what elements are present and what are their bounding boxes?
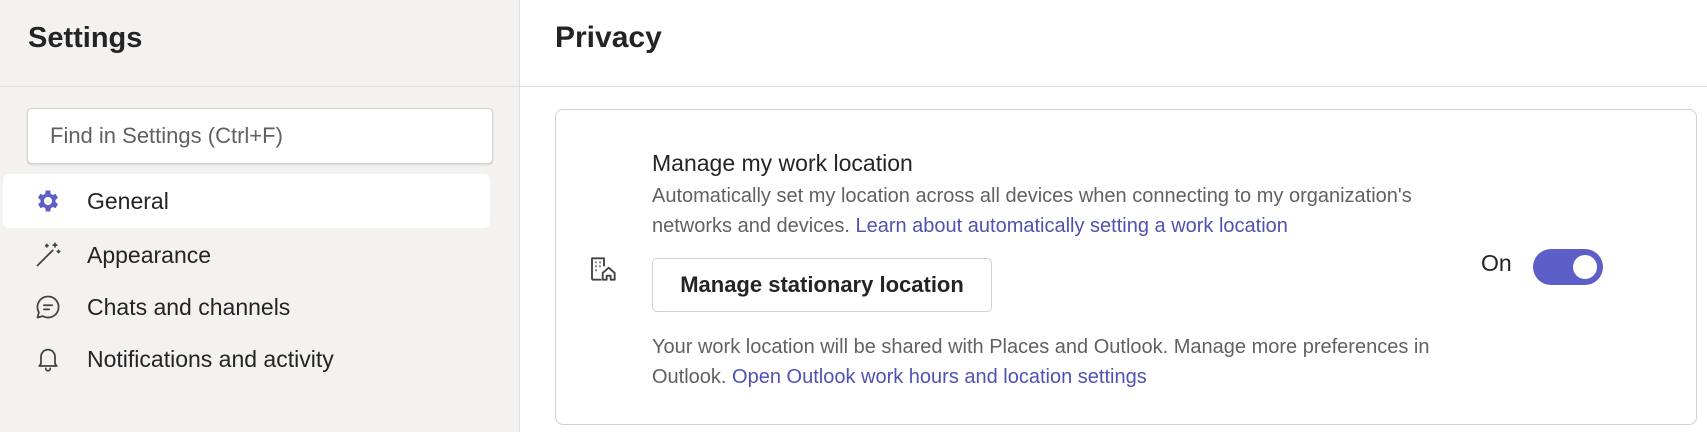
- gear-icon: [33, 186, 63, 216]
- manage-stationary-location-button[interactable]: Manage stationary location: [652, 258, 992, 312]
- page-title: Privacy: [555, 21, 662, 54]
- toggle-state-label: On: [1481, 250, 1512, 276]
- settings-search-input[interactable]: [27, 108, 493, 164]
- sidebar-title: Settings: [28, 22, 143, 54]
- sidebar-item-notifications-and-activity[interactable]: Notifications and activity: [3, 332, 490, 386]
- sidebar-item-label: Chats and channels: [87, 293, 291, 320]
- sidebar-item-label: General: [87, 187, 169, 214]
- settings-sidebar: Settings General Appearance: [0, 0, 520, 432]
- toggle-knob: [1573, 255, 1597, 279]
- work-location-note: Your work location will be shared with P…: [652, 332, 1482, 392]
- main-header: Privacy: [520, 0, 1707, 87]
- sidebar-header: Settings: [0, 0, 519, 87]
- sidebar-item-chats-and-channels[interactable]: Chats and channels: [3, 280, 490, 334]
- work-location-description: Automatically set my location across all…: [652, 181, 1452, 241]
- work-location-title: Manage my work location: [652, 150, 913, 176]
- magic-wand-icon: [33, 240, 63, 270]
- work-location-toggle[interactable]: [1533, 249, 1603, 285]
- sidebar-item-appearance[interactable]: Appearance: [3, 228, 490, 282]
- sidebar-item-label: Appearance: [87, 241, 212, 268]
- bell-icon: [33, 344, 63, 374]
- work-location-card: Manage my work location Automatically se…: [555, 109, 1697, 425]
- learn-more-link[interactable]: Learn about automatically setting a work…: [855, 215, 1287, 237]
- outlook-settings-link[interactable]: Open Outlook work hours and location set…: [732, 366, 1147, 388]
- chat-bubble-icon: [33, 292, 63, 322]
- sidebar-item-general[interactable]: General: [3, 174, 490, 228]
- sidebar-item-label: Notifications and activity: [87, 345, 334, 372]
- building-home-icon: [588, 253, 620, 285]
